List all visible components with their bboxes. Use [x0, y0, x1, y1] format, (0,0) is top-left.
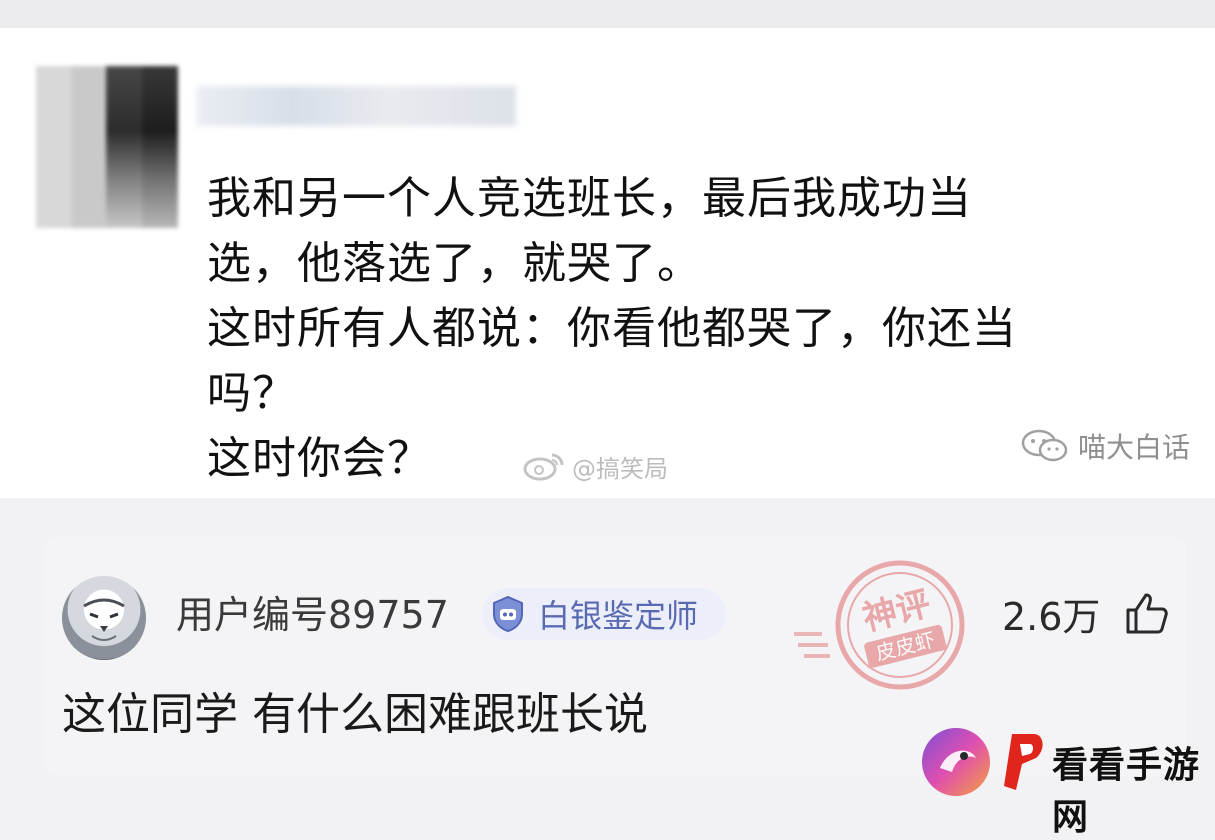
site-name: 看看手游网: [1052, 744, 1201, 838]
comment-avatar[interactable]: [62, 576, 146, 660]
weibo-handle: @搞笑局: [572, 454, 668, 483]
thumbs-up-icon[interactable]: [1122, 590, 1170, 638]
like-count: 2.6万: [1002, 595, 1101, 639]
blurred-username: [196, 86, 516, 126]
comment-text: 这位同学 有什么困难跟班长说: [62, 689, 648, 740]
weibo-icon: [523, 453, 564, 481]
blurred-avatar: [36, 66, 178, 228]
wechat-icon: [1021, 429, 1068, 462]
top-strip: [0, 0, 1215, 28]
comment-username[interactable]: 用户编号89757: [176, 590, 449, 640]
weibo-watermark: @搞笑局: [522, 446, 668, 486]
god-comment-stamp: 神评 皮皮虾: [794, 560, 965, 690]
badge-label: 白银鉴定师: [538, 597, 699, 635]
wechat-watermark: 喵大白话: [1020, 426, 1190, 466]
site-logo: 看看手游网: [918, 724, 1215, 838]
post-line-2: 选，他落选了，就哭了。: [207, 238, 702, 289]
site-logo-icon: [922, 728, 990, 796]
badge-shield-icon: [493, 595, 523, 633]
site-logo-p-icon: [1004, 734, 1043, 790]
wechat-account: 喵大白话: [1078, 431, 1191, 464]
post-line-3: 这时所有人都说：你看他都哭了，你还当: [207, 303, 1017, 354]
post-line-4: 吗？: [207, 368, 297, 419]
post-line-1: 我和另一个人竞选班长，最后我成功当: [207, 173, 972, 224]
tiger-face-icon: [83, 598, 125, 641]
user-badge: 白银鉴定师: [482, 588, 726, 640]
